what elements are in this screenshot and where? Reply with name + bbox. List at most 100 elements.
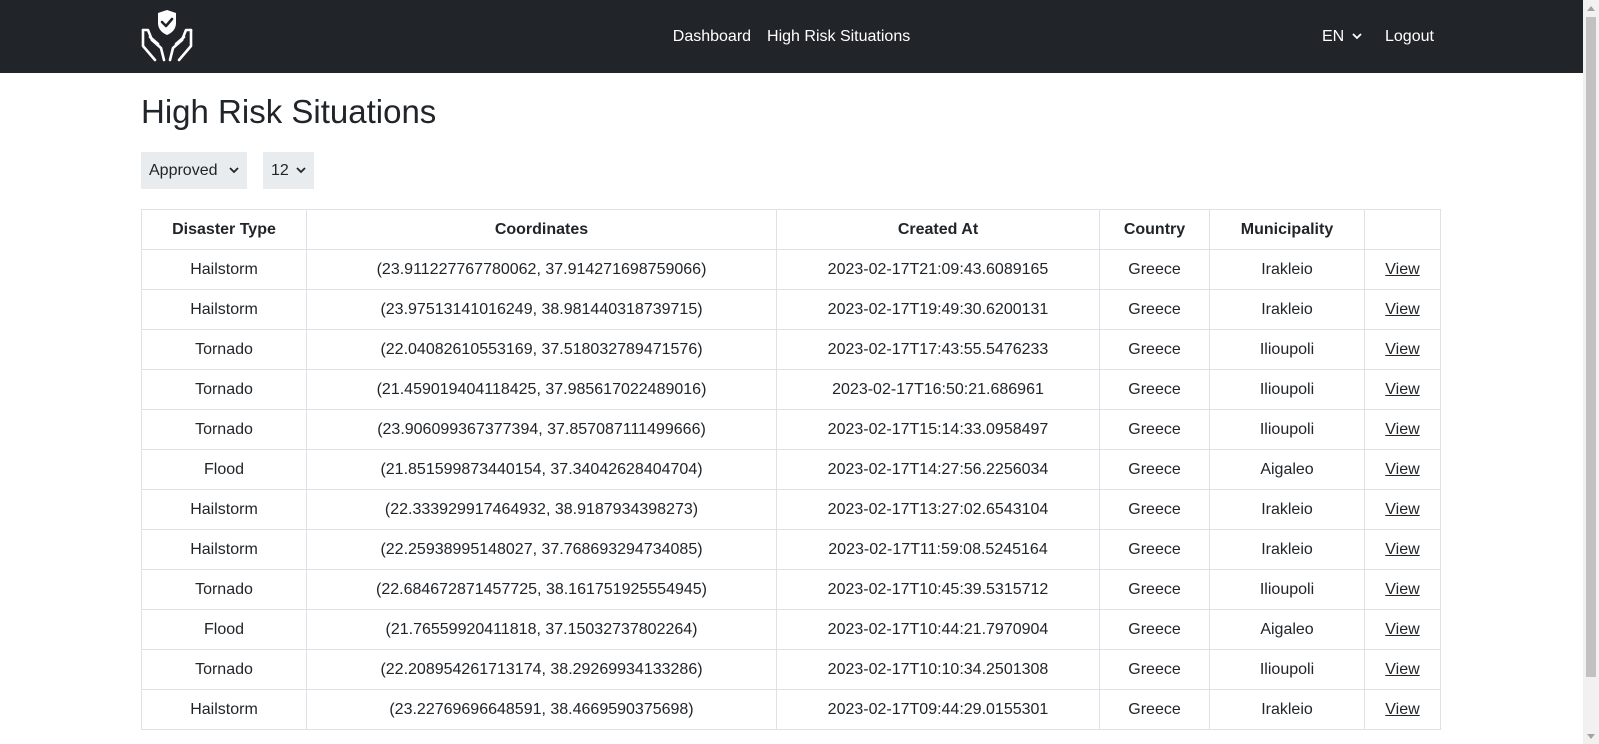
cell-created-at: 2023-02-17T19:49:30.6200131 <box>776 289 1100 330</box>
cell-country: Greece <box>1099 449 1210 490</box>
cell-disaster-type: Flood <box>141 449 307 490</box>
cell-country: Greece <box>1099 569 1210 610</box>
scrollbar-thumb[interactable] <box>1586 17 1596 677</box>
cell-actions: View <box>1364 529 1441 570</box>
logout-link[interactable]: Logout <box>1385 0 1434 73</box>
cell-created-at: 2023-02-17T16:50:21.686961 <box>776 369 1100 410</box>
header-actions <box>1364 209 1441 250</box>
status-filter-select[interactable]: Approved <box>141 152 247 189</box>
table-row: Tornado (22.684672871457725, 38.16175192… <box>141 569 1441 610</box>
cell-disaster-type: Tornado <box>141 409 307 450</box>
chevron-down-icon <box>229 167 239 174</box>
cell-municipality: Ilioupoli <box>1209 329 1365 370</box>
table-row: Flood (21.851599873440154, 37.3404262840… <box>141 449 1441 490</box>
cell-country: Greece <box>1099 649 1210 690</box>
cell-created-at: 2023-02-17T13:27:02.6543104 <box>776 489 1100 530</box>
view-link[interactable]: View <box>1385 541 1419 558</box>
cell-coordinates: (22.25938995148027, 37.768693294734085) <box>306 529 777 570</box>
cell-municipality: Irakleio <box>1209 689 1365 730</box>
cell-coordinates: (22.333929917464932, 38.9187934398273) <box>306 489 777 530</box>
view-link[interactable]: View <box>1385 381 1419 398</box>
table-body: Hailstorm (23.911227767780062, 37.914271… <box>141 249 1441 730</box>
cell-actions: View <box>1364 449 1441 490</box>
cell-country: Greece <box>1099 249 1210 290</box>
cell-municipality: Ilioupoli <box>1209 569 1365 610</box>
view-link[interactable]: View <box>1385 461 1419 478</box>
cell-coordinates: (21.851599873440154, 37.34042628404704) <box>306 449 777 490</box>
cell-municipality: Aigaleo <box>1209 449 1365 490</box>
cell-actions: View <box>1364 249 1441 290</box>
view-link[interactable]: View <box>1385 701 1419 718</box>
view-link[interactable]: View <box>1385 621 1419 638</box>
cell-actions: View <box>1364 649 1441 690</box>
view-link[interactable]: View <box>1385 581 1419 598</box>
nav-link-dashboard[interactable]: Dashboard <box>673 28 751 46</box>
cell-disaster-type: Tornado <box>141 329 307 370</box>
table-header-row: Disaster Type Coordinates Created At Cou… <box>141 209 1441 250</box>
view-link[interactable]: View <box>1385 341 1419 358</box>
cell-coordinates: (23.97513141016249, 38.981440318739715) <box>306 289 777 330</box>
table-row: Tornado (22.208954261713174, 38.29269934… <box>141 649 1441 690</box>
header-created-at: Created At <box>776 209 1100 250</box>
view-link[interactable]: View <box>1385 261 1419 278</box>
table-row: Tornado (22.04082610553169, 37.518032789… <box>141 329 1441 370</box>
cell-country: Greece <box>1099 609 1210 650</box>
table-row: Tornado (21.459019404118425, 37.98561702… <box>141 369 1441 410</box>
language-dropdown[interactable]: EN <box>1322 0 1362 73</box>
cell-disaster-type: Tornado <box>141 649 307 690</box>
header-coordinates: Coordinates <box>306 209 777 250</box>
scroll-up-arrow-icon[interactable] <box>1583 0 1599 16</box>
cell-created-at: 2023-02-17T09:44:29.0155301 <box>776 689 1100 730</box>
navbar: Dashboard High Risk Situations EN Logout <box>0 0 1583 73</box>
header-municipality: Municipality <box>1209 209 1365 250</box>
cell-municipality: Irakleio <box>1209 249 1365 290</box>
table-row: Hailstorm (23.22769696648591, 38.4669590… <box>141 689 1441 730</box>
cell-created-at: 2023-02-17T14:27:56.2256034 <box>776 449 1100 490</box>
chevron-down-icon <box>296 167 306 174</box>
view-link[interactable]: View <box>1385 501 1419 518</box>
cell-municipality: Ilioupoli <box>1209 649 1365 690</box>
cell-disaster-type: Hailstorm <box>141 249 307 290</box>
cell-country: Greece <box>1099 529 1210 570</box>
table-row: Hailstorm (23.911227767780062, 37.914271… <box>141 249 1441 290</box>
cell-actions: View <box>1364 689 1441 730</box>
cell-municipality: Irakleio <box>1209 289 1365 330</box>
view-link[interactable]: View <box>1385 421 1419 438</box>
page-title: High Risk Situations <box>141 93 437 130</box>
vertical-scrollbar[interactable] <box>1583 0 1599 744</box>
view-link[interactable]: View <box>1385 301 1419 318</box>
cell-disaster-type: Hailstorm <box>141 529 307 570</box>
cell-created-at: 2023-02-17T15:14:33.0958497 <box>776 409 1100 450</box>
table-row: Tornado (23.906099367377394, 37.85708711… <box>141 409 1441 450</box>
chevron-down-icon <box>1352 33 1362 40</box>
cell-disaster-type: Tornado <box>141 369 307 410</box>
cell-created-at: 2023-02-17T10:44:21.7970904 <box>776 609 1100 650</box>
page-size-value: 12 <box>271 161 289 179</box>
cell-disaster-type: Tornado <box>141 569 307 610</box>
table-row: Hailstorm (23.97513141016249, 38.9814403… <box>141 289 1441 330</box>
cell-actions: View <box>1364 409 1441 450</box>
scroll-down-arrow-icon[interactable] <box>1583 728 1599 744</box>
nav-link-high-risk-situations[interactable]: High Risk Situations <box>767 28 910 46</box>
cell-actions: View <box>1364 609 1441 650</box>
language-label: EN <box>1322 27 1345 45</box>
cell-coordinates: (21.76559920411818, 37.15032737802264) <box>306 609 777 650</box>
cell-actions: View <box>1364 329 1441 370</box>
page-size-select[interactable]: 12 <box>263 152 314 189</box>
cell-created-at: 2023-02-17T17:43:55.5476233 <box>776 329 1100 370</box>
cell-municipality: Irakleio <box>1209 529 1365 570</box>
cell-coordinates: (23.906099367377394, 37.857087111499666) <box>306 409 777 450</box>
cell-actions: View <box>1364 569 1441 610</box>
cell-actions: View <box>1364 489 1441 530</box>
cell-municipality: Ilioupoli <box>1209 369 1365 410</box>
cell-municipality: Aigaleo <box>1209 609 1365 650</box>
cell-disaster-type: Hailstorm <box>141 289 307 330</box>
cell-country: Greece <box>1099 689 1210 730</box>
view-link[interactable]: View <box>1385 661 1419 678</box>
cell-coordinates: (21.459019404118425, 37.985617022489016) <box>306 369 777 410</box>
cell-coordinates: (22.208954261713174, 38.29269934133286) <box>306 649 777 690</box>
cell-coordinates: (22.04082610553169, 37.518032789471576) <box>306 329 777 370</box>
cell-created-at: 2023-02-17T21:09:43.6089165 <box>776 249 1100 290</box>
cell-country: Greece <box>1099 369 1210 410</box>
cell-coordinates: (23.22769696648591, 38.4669590375698) <box>306 689 777 730</box>
